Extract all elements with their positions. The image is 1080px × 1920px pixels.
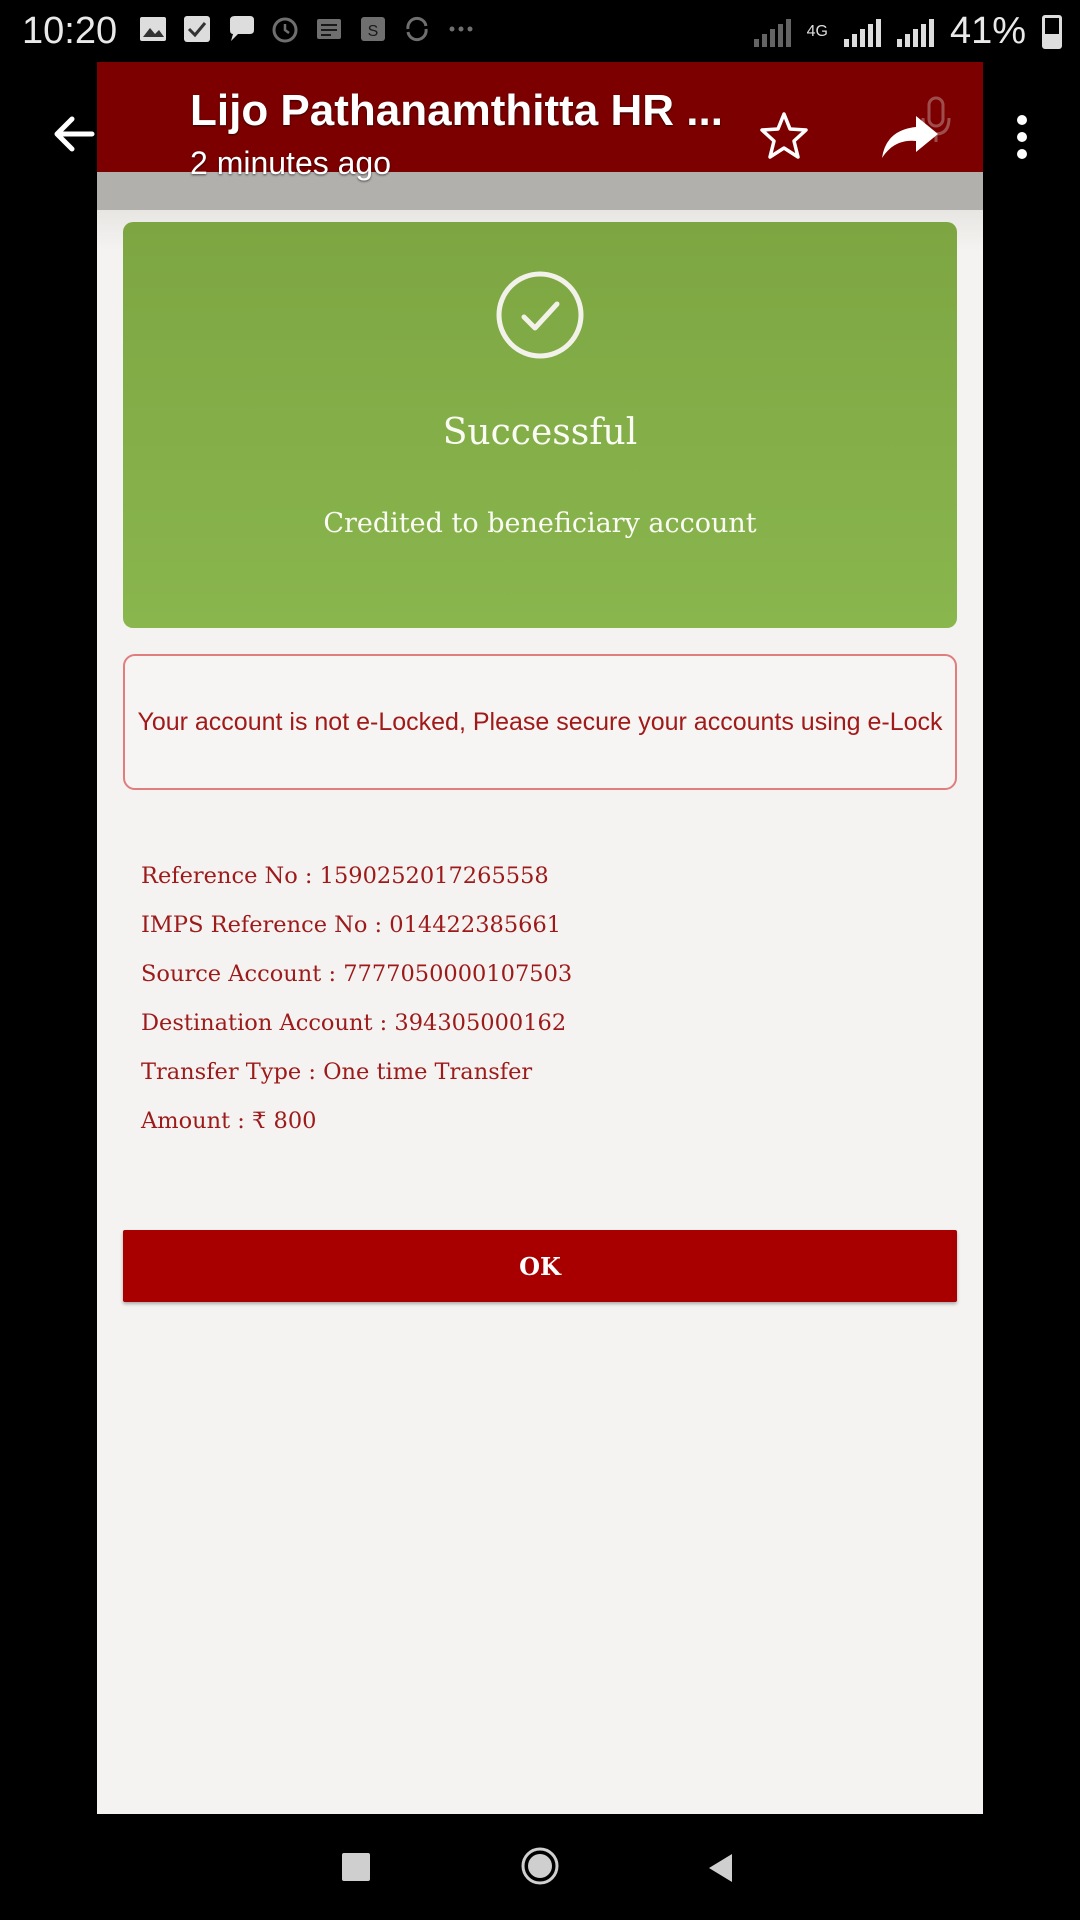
detail-imps-reference-no: IMPS Reference No : 014422385661 [141,912,562,938]
notification-icons: S [138,14,476,44]
star-icon[interactable] [758,110,810,162]
recent-apps-icon[interactable] [342,1853,370,1881]
check-circle-icon [496,271,584,359]
status-bar: 10:20 S 4G 41% [0,0,1080,64]
elock-warning: Your account is not e-Locked, Please sec… [123,654,957,790]
app-icon: S [361,17,385,41]
home-icon[interactable] [520,1846,560,1886]
image-icon [140,17,166,41]
signal-2-icon [896,17,934,47]
share-icon[interactable] [880,112,940,162]
status-right: 4G 41% [753,10,1062,53]
transaction-details: Reference No : 1590252017265558 IMPS Ref… [141,852,572,1146]
chat-icon [230,16,254,41]
status-time: 10:20 [22,10,118,52]
battery-icon [1042,14,1062,49]
nav-back-icon[interactable] [706,1852,734,1884]
sync-icon [406,16,428,42]
check-box-icon [184,16,210,42]
detail-source-account: Source Account : 7777050000107503 [141,961,573,987]
success-title: Successful [442,412,638,453]
battery-percent: 41% [949,10,1026,52]
more-dots-icon [449,26,473,32]
ok-button[interactable]: OK [123,1230,957,1302]
success-message: Credited to beneficiary account [323,508,757,539]
signal-icon [843,17,881,47]
conversation-title: Lijo Pathanamthitta HR ... [190,86,723,135]
app-page: Successful Credited to beneficiary accou… [97,62,983,1814]
success-card: Successful Credited to beneficiary accou… [123,222,957,628]
alarm-icon [272,17,298,43]
svg-text:S: S [368,23,379,40]
detail-amount: Amount : ₹ 800 [141,1108,317,1134]
network-type: 4G [806,22,828,40]
signal-weak-icon [753,17,791,47]
elock-warning-text: Your account is not e-Locked, Please sec… [137,707,943,736]
more-vertical-icon[interactable] [1010,112,1034,162]
timestamp: 2 minutes ago [190,145,392,181]
detail-destination-account: Destination Account : 394305000162 [141,1010,567,1036]
message-icon [317,19,341,39]
detail-reference-no: Reference No : 1590252017265558 [141,863,549,889]
back-arrow-icon[interactable] [50,110,98,158]
detail-transfer-type: Transfer Type : One time Transfer [141,1059,533,1085]
